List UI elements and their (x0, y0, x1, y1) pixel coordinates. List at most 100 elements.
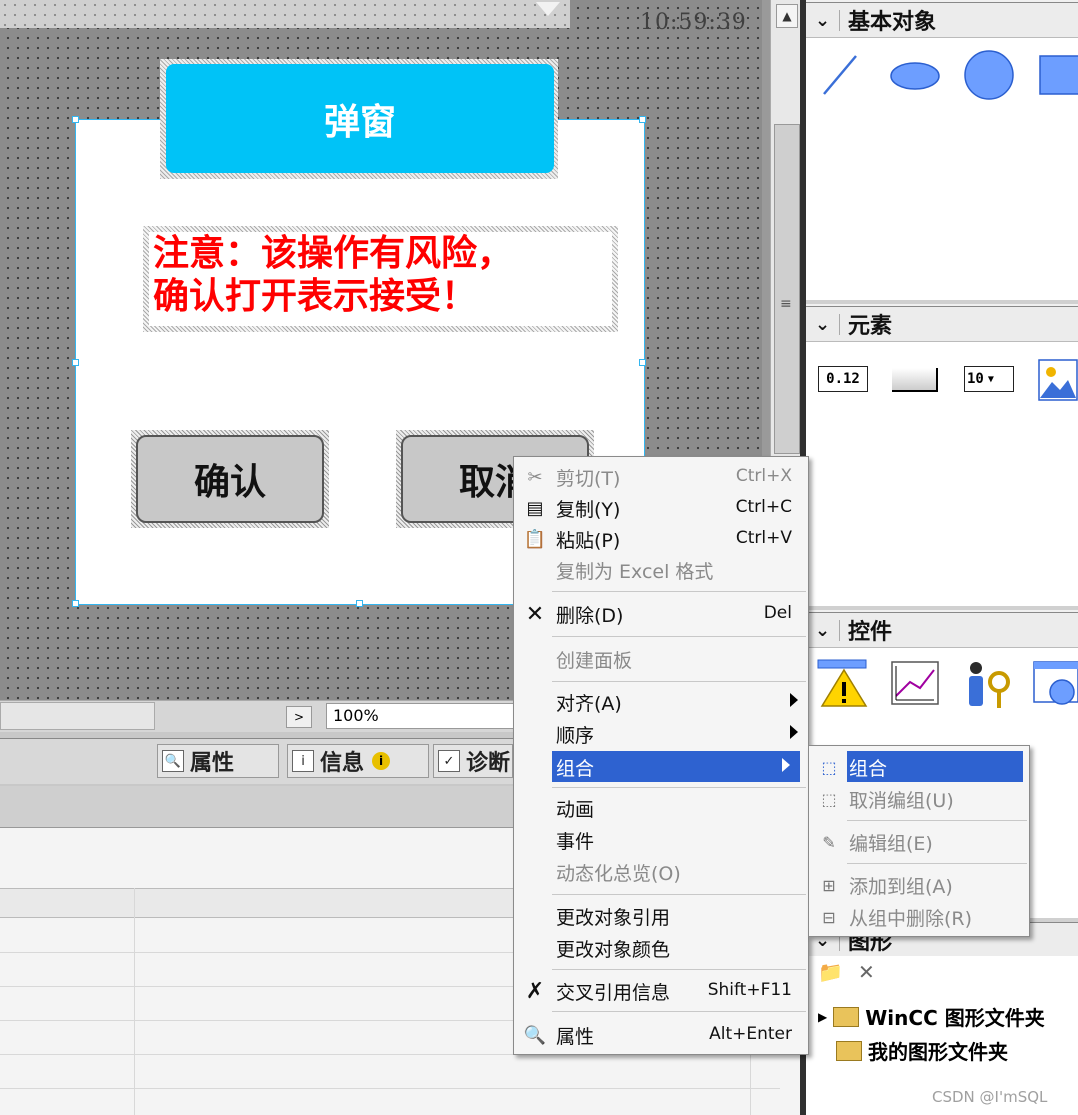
section-title: 基本对象 (848, 10, 937, 35)
section-separator (806, 300, 1078, 304)
menu-item-order[interactable]: 顺序 (514, 718, 808, 749)
info-badge-icon: i (372, 752, 391, 770)
grid-line (0, 1088, 780, 1089)
user-view-icon (969, 662, 1010, 708)
alarm-view-icon (817, 659, 868, 707)
tree-item-label: 我的图形文件夹 (868, 1040, 1008, 1064)
add-folder-icon[interactable]: 📁 (818, 960, 843, 984)
menu-separator (847, 863, 1027, 864)
submenu-arrow-icon (782, 758, 790, 772)
menu-item-cut[interactable]: ✂ 剪切(T) Ctrl+X (514, 461, 808, 492)
menu-separator (552, 787, 806, 788)
web-browser-icon (1033, 661, 1078, 705)
menu-item-change-object-color[interactable]: 更改对象颜色 (514, 932, 808, 963)
selection-handle[interactable] (72, 600, 79, 607)
section-title: 元素 (848, 314, 893, 339)
info-icon: i (292, 750, 314, 772)
submenu-arrow-icon (790, 693, 798, 707)
tab-properties[interactable]: 🔍 属性 (157, 744, 279, 778)
popup-title-bar[interactable]: 弹窗 (166, 64, 554, 173)
expand-arrow-icon[interactable]: ▶ (818, 1010, 827, 1024)
submenu-item-ungroup[interactable]: ⬚ 取消编组(U) (809, 783, 1029, 814)
confirm-button[interactable]: 确认 (136, 435, 324, 523)
menu-item-paste[interactable]: 📋 粘贴(P) Ctrl+V (514, 523, 808, 554)
selection-handle[interactable] (639, 116, 646, 123)
remove-folder-icon[interactable]: ✕ (858, 960, 875, 984)
menu-item-copy[interactable]: ▤ 复制(Y) Ctrl+C (514, 492, 808, 523)
elements-header[interactable]: ⌄ 元素 (806, 306, 1078, 342)
menu-item-properties[interactable]: 🔍 属性 Alt+Enter (514, 1019, 808, 1050)
selection-handle[interactable] (72, 116, 79, 123)
ungroup-icon: ⬚ (821, 789, 837, 809)
menu-separator (552, 591, 806, 592)
scissors-icon: ✂ (527, 466, 543, 488)
tree-item-wincc-graphics[interactable]: ▶ WinCC 图形文件夹 (818, 1002, 1045, 1031)
io-field-icon[interactable]: 0.12 (818, 366, 868, 392)
menu-item-align[interactable]: 对齐(A) (514, 686, 808, 717)
folder-icon (833, 1006, 860, 1027)
menu-item-events[interactable]: 事件 (514, 824, 808, 855)
menu-item-group[interactable]: 组合 (552, 751, 800, 782)
warning-line-2: 确认打开表示接受！ (153, 275, 478, 317)
menu-separator (552, 1011, 806, 1012)
section-title: 控件 (848, 620, 893, 645)
ellipse-icon (890, 62, 940, 90)
diagnostics-icon: ✓ (438, 750, 460, 772)
group-submenu: ⬚ 组合 ⬚ 取消编组(U) ✎ 编辑组(E) ⊞ 添加到组(A) ⊟ 从组中删… (808, 745, 1030, 937)
edit-group-icon: ✎ (822, 832, 836, 852)
zoom-field[interactable]: 100% (326, 703, 516, 729)
selection-handle[interactable] (72, 359, 79, 366)
menu-item-dynamics-overview[interactable]: 动态化总览(O) (514, 856, 808, 887)
dropdown-arrow-icon: ▼ (987, 373, 994, 385)
submenu-item-add-to-group[interactable]: ⊞ 添加到组(A) (809, 869, 1029, 900)
menu-item-copy-excel[interactable]: 复制为 Excel 格式 (514, 554, 808, 585)
submenu-arrow-icon (790, 725, 798, 739)
menu-separator (552, 636, 806, 637)
basic-objects-header[interactable]: ⌄ 基本对象 (806, 2, 1078, 38)
menu-item-delete[interactable]: ✕ 删除(D) Del (514, 598, 808, 629)
warning-line-1: 注意：该操作有风险， (153, 232, 514, 274)
menu-item-animation[interactable]: 动画 (514, 792, 808, 823)
expand-triangle-icon[interactable] (536, 2, 560, 16)
delete-icon: ✕ (525, 601, 545, 627)
grid-line (134, 888, 135, 1115)
submenu-item-edit-group[interactable]: ✎ 编辑组(E) (809, 826, 1029, 857)
group-icon: ⬚ (821, 757, 837, 777)
clock-display: 10:59:39 (640, 10, 747, 35)
section-separator (806, 606, 1078, 610)
tab-info[interactable]: i 信息 i (287, 744, 429, 778)
paste-icon: 📋 (523, 528, 547, 550)
top-object-strip (0, 0, 570, 28)
scroll-up-icon[interactable]: ▲ (776, 4, 798, 28)
selection-handle[interactable] (639, 359, 646, 366)
symbolic-io-field-icon[interactable]: 10 ▼ (964, 366, 1014, 392)
horizontal-scroll-thumb[interactable] (0, 702, 155, 730)
button-element-icon[interactable] (892, 368, 938, 392)
tree-item-my-graphics[interactable]: 我的图形文件夹 (836, 1036, 1008, 1065)
zoom-arrow-icon[interactable]: > (286, 706, 312, 728)
graphic-view-icon[interactable] (1038, 358, 1078, 402)
menu-separator (552, 681, 806, 682)
tab-label: 属性 (190, 751, 235, 776)
controls-icons (817, 659, 1078, 708)
tree-item-label: WinCC 图形文件夹 (865, 1006, 1045, 1030)
context-menu: ✂ 剪切(T) Ctrl+X ▤ 复制(Y) Ctrl+C 📋 粘贴(P) Ct… (513, 456, 809, 1055)
warning-text[interactable]: 注意：该操作有风险， 确认打开表示接受！ (149, 232, 612, 326)
tab-label: 信息 (320, 751, 365, 776)
menu-separator (847, 820, 1027, 821)
vertical-scroll-thumb[interactable] (774, 124, 800, 454)
rectangle-icon (1039, 55, 1078, 95)
circle-icon (964, 50, 1014, 100)
trend-view-icon (891, 661, 939, 705)
menu-item-cross-reference[interactable]: ✗ 交叉引用信息 Shift+F11 (514, 975, 808, 1006)
dropdown-value: 10 (967, 371, 984, 387)
submenu-item-remove-from-group[interactable]: ⊟ 从组中删除(R) (809, 901, 1029, 932)
properties-icon: 🔍 (523, 1024, 547, 1046)
controls-header[interactable]: ⌄ 控件 (806, 612, 1078, 648)
selection-handle[interactable] (356, 600, 363, 607)
menu-separator (552, 969, 806, 970)
submenu-item-group[interactable]: 组合 (847, 751, 1023, 782)
menu-item-change-object-reference[interactable]: 更改对象引用 (514, 900, 808, 931)
menu-item-create-faceplate[interactable]: 创建面板 (514, 643, 808, 674)
tab-diagnostics[interactable]: ✓ 诊断 (433, 744, 513, 778)
